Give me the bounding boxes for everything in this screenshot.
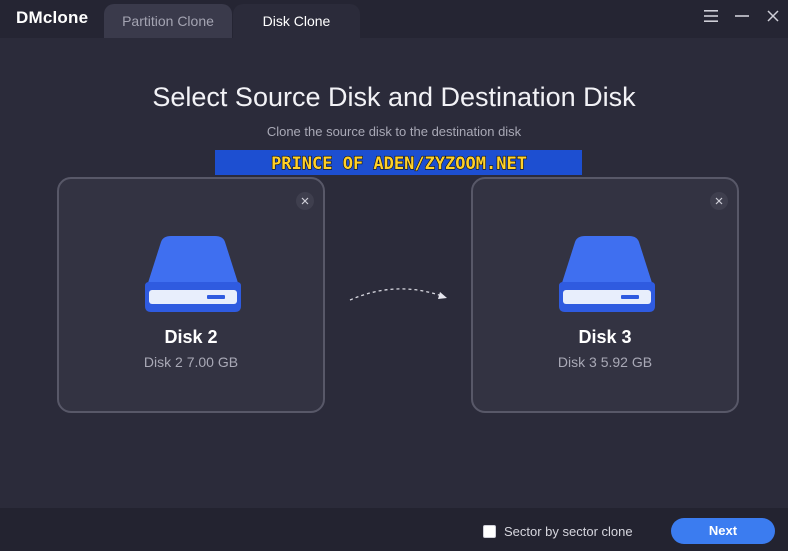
minimize-icon[interactable] <box>731 5 753 27</box>
next-button[interactable]: Next <box>671 518 775 544</box>
page-title: Select Source Disk and Destination Disk <box>152 82 636 112</box>
sector-by-sector-label: Sector by sector clone <box>504 523 633 539</box>
destination-disk-info: Disk 3 5.92 GB <box>557 354 653 370</box>
sector-by-sector-option[interactable]: Sector by sector clone <box>483 523 633 539</box>
source-disk-name: Disk 2 <box>164 327 218 347</box>
hard-disk-icon <box>145 236 241 312</box>
tab-disk-clone[interactable]: Disk Clone <box>233 4 360 38</box>
sector-by-sector-checkbox[interactable] <box>483 524 496 538</box>
page-subtitle: Clone the source disk to the destination… <box>266 124 522 139</box>
watermark-text: PRINCE OF ADEN/ZYZOOM.NET <box>271 154 527 174</box>
tab-partition-clone[interactable]: Partition Clone <box>104 4 232 38</box>
hard-disk-icon <box>559 236 655 312</box>
title-bar: DMclone Partition Clone Disk Clone <box>0 0 788 38</box>
destination-disk-card[interactable]: Disk 3 Disk 3 5.92 GB <box>471 177 739 413</box>
close-icon[interactable] <box>762 5 784 27</box>
destination-disk-name: Disk 3 <box>578 327 632 347</box>
menu-icon[interactable] <box>700 5 722 27</box>
source-disk-card[interactable]: Disk 2 Disk 2 7.00 GB <box>57 177 325 413</box>
watermark-banner: PRINCE OF ADEN/ZYZOOM.NET <box>215 150 582 175</box>
app-name: DMclone <box>16 8 89 27</box>
clone-direction-arrow-icon <box>349 288 447 301</box>
footer-bar: Sector by sector clone Next <box>0 508 788 551</box>
remove-source-icon[interactable] <box>296 192 314 210</box>
source-disk-info: Disk 2 7.00 GB <box>143 354 239 370</box>
remove-destination-icon[interactable] <box>710 192 728 210</box>
